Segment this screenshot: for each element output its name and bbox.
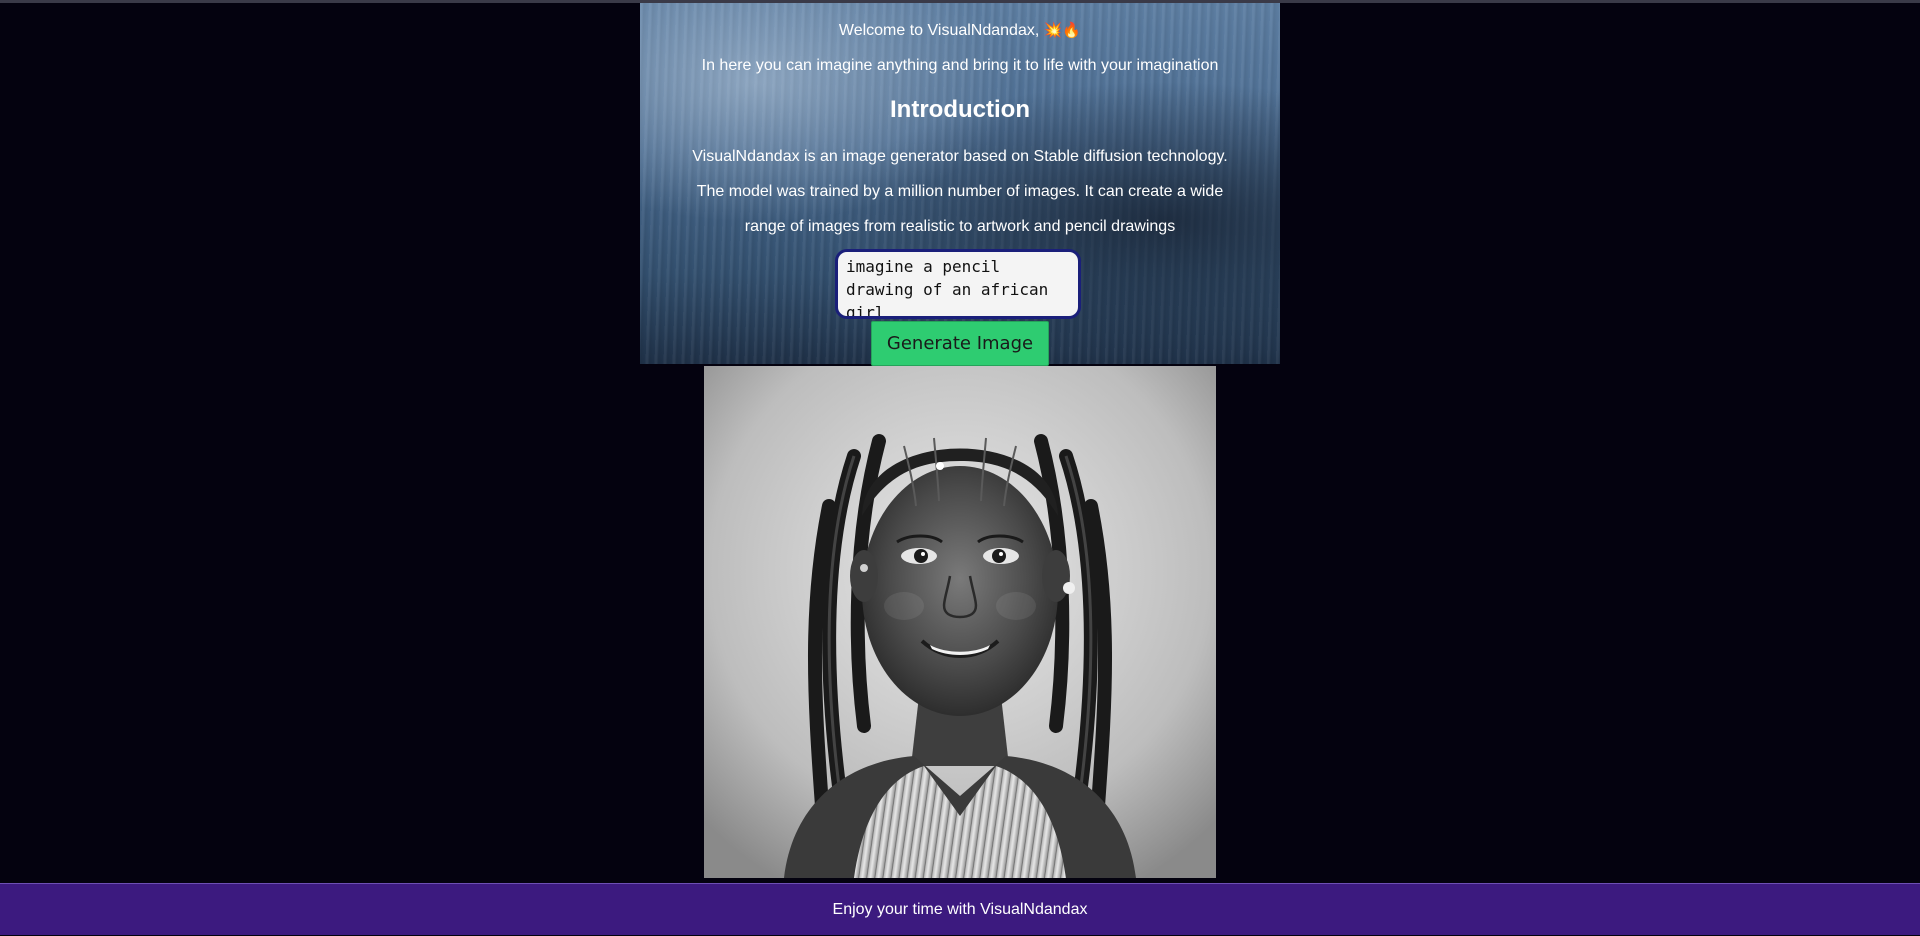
footer: Enjoy your time with VisualNdandax [0,883,1920,935]
generate-image-button[interactable]: Generate Image [871,321,1049,366]
prompt-input[interactable] [835,249,1081,319]
introduction-paragraph: VisualNdandax is an image generator base… [692,148,1228,235]
welcome-text: Welcome to VisualNdandax, 💥🔥 [640,21,1280,41]
introduction-heading: Introduction [890,96,1030,123]
footer-text: Enjoy your time with VisualNdandax [832,901,1088,918]
welcome-emojis: 💥🔥 [1043,22,1082,39]
welcome-label: Welcome to VisualNdandax, [838,22,1040,39]
generated-image [704,366,1216,878]
tagline: In here you can imagine anything and bri… [701,57,1219,74]
generated-portrait-image [704,366,1216,878]
